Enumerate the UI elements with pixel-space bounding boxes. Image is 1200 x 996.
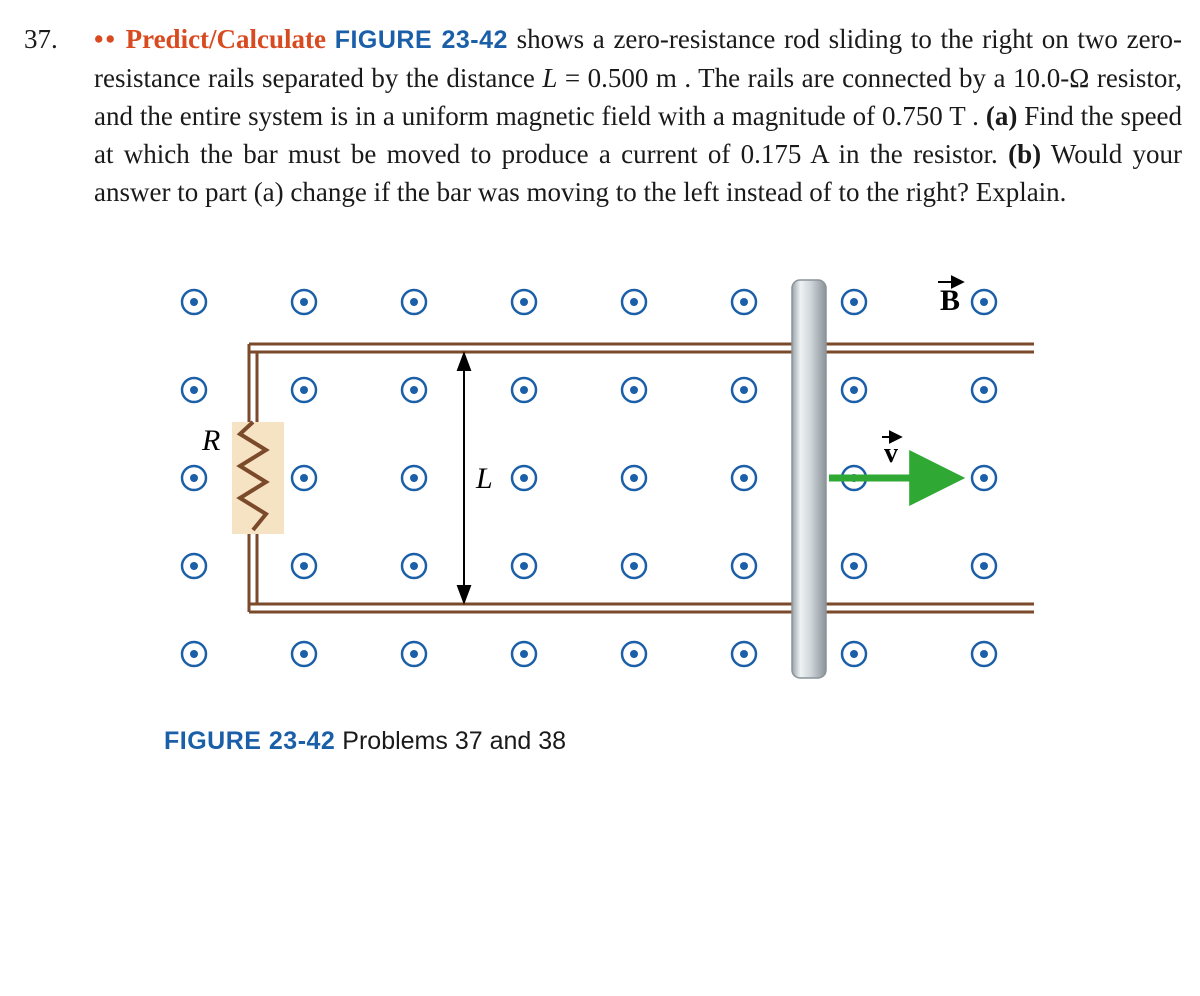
figure-caption: FIGURE 23-42 Problems 37 and 38 [164, 724, 1182, 760]
value-R: 10.0-Ω [1013, 63, 1089, 93]
part-a-label: (a) [986, 101, 1017, 131]
figure-reference: FIGURE 23-42 [335, 26, 508, 54]
variable-L: L [542, 63, 557, 93]
caption-figure-number: FIGURE 23-42 [164, 727, 335, 755]
circuit-diagram: R L v B [164, 262, 1034, 702]
caption-text: Problems 37 and 38 [335, 727, 566, 755]
text: . The rails are connected by a [684, 63, 1013, 93]
resistor-label: R [201, 424, 220, 457]
velocity-label: v [882, 437, 900, 469]
part-b-label: (b) [1008, 139, 1041, 169]
sliding-rod [792, 280, 826, 678]
predict-calculate-label: Predict/Calculate [126, 24, 326, 54]
value-I: 0.175 A [741, 139, 829, 169]
text: . [972, 101, 986, 131]
equals: = [565, 63, 588, 93]
difficulty-dots: •• [94, 24, 117, 54]
problem-body: •• Predict/Calculate FIGURE 23-42 shows … [94, 20, 1182, 212]
dimension-L [458, 354, 470, 602]
svg-text:B: B [940, 284, 960, 317]
value-L: 0.500 m [588, 63, 677, 93]
magnetic-field-label: B [938, 282, 962, 317]
label-L: L [475, 462, 493, 495]
svg-text:v: v [884, 438, 898, 469]
problem-number: 37. [24, 20, 94, 58]
problem-37: 37. •• Predict/Calculate FIGURE 23-42 sh… [24, 20, 1182, 212]
text: in the resistor. [839, 139, 1009, 169]
value-B: 0.750 T [882, 101, 965, 131]
resistor [232, 422, 284, 534]
figure-23-42: R L v B FIGURE 23-42 Problems 37 and 38 [164, 262, 1182, 760]
